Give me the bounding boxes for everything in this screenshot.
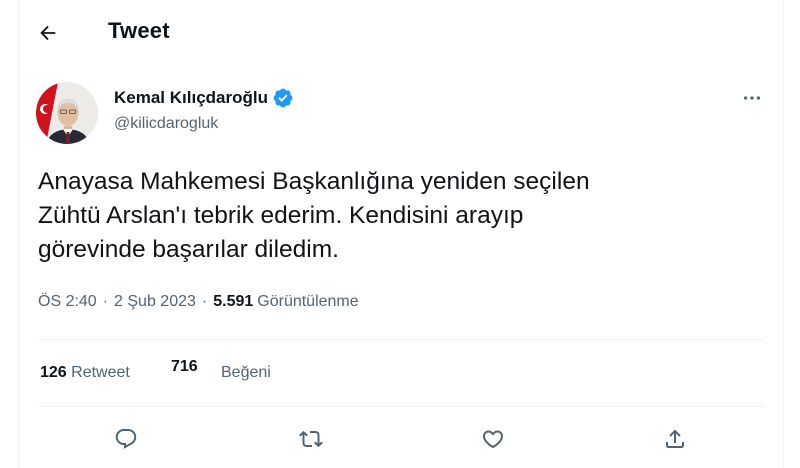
retweets-count: 126 [40,364,67,381]
tweet-detail-column: Tweet Kemal Kılıçdaroğlu @kilicdarogluk [18,0,784,468]
like-button[interactable] [478,424,508,454]
tweet-meta: ÖS 2:40 · 2 Şub 2023 · 5.591 Görüntülenm… [38,293,359,311]
likes-count[interactable]: 716 [171,358,198,376]
heart-icon [482,430,504,449]
meta-separator-2: · [201,293,208,310]
likes-label[interactable]: Beğeni [221,364,271,382]
meta-separator: · [102,293,109,310]
views-count: 5.591 [213,293,254,310]
reply-button[interactable] [111,424,141,454]
author-name-row[interactable]: Kemal Kılıçdaroğlu [114,87,294,109]
verified-badge-icon [272,87,294,109]
more-button[interactable] [735,86,769,110]
share-icon [666,429,684,448]
author-handle[interactable]: @kilicdarogluk [114,115,218,133]
retweet-button[interactable] [296,424,326,454]
header: Tweet [19,0,783,66]
divider-bottom [38,406,764,407]
more-horizontal-icon [743,96,761,100]
tweet-stats: 126 Retweet 716 Beğeni [40,355,740,389]
share-button[interactable] [660,424,690,454]
views-label: Görüntülenme [257,293,359,310]
retweet-icon [299,430,323,448]
divider-top [38,339,764,340]
avatar-photo [36,82,98,144]
author-name[interactable]: Kemal Kılıçdaroğlu [114,88,268,108]
tweet-time[interactable]: ÖS 2:40 [38,293,97,311]
tweet-date[interactable]: 2 Şub 2023 [114,293,196,311]
retweets-label: Retweet [71,364,130,381]
reply-icon [115,429,137,449]
tweet-text: Anayasa Mahkemesi Başkanlığına yeniden s… [38,168,590,263]
retweet-stat[interactable]: 126 Retweet [40,364,130,382]
back-button[interactable] [31,16,65,50]
page-title: Tweet [108,18,170,43]
tweet-actions [19,418,783,460]
avatar[interactable] [36,82,98,144]
arrow-left-icon [40,25,56,41]
